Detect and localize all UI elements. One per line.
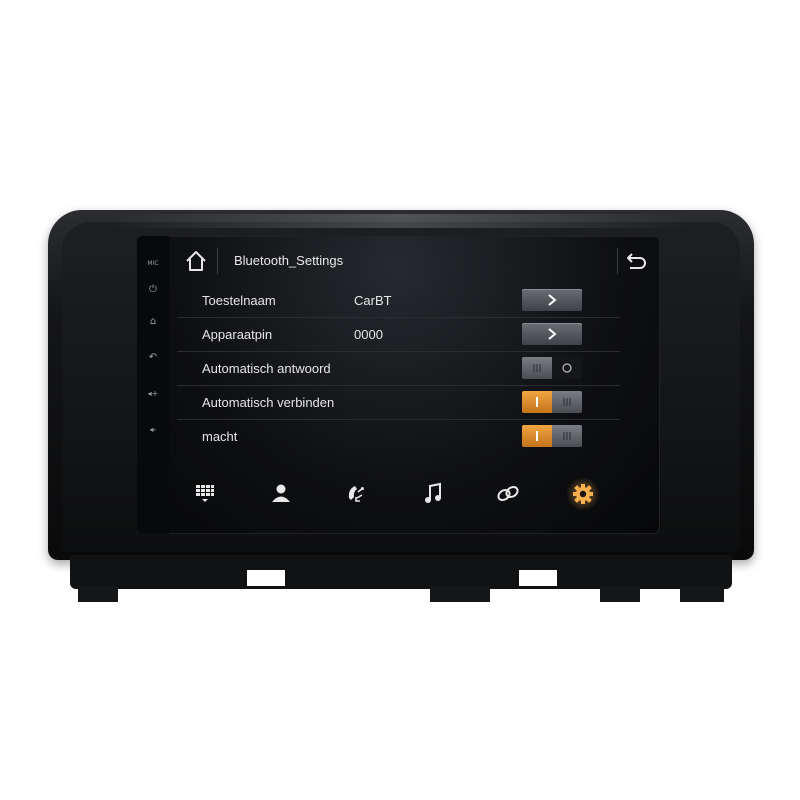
- setting-label: Apparaatpin: [202, 327, 273, 342]
- setting-value: CarBT: [354, 293, 392, 308]
- edit-device-pin-button[interactable]: [522, 323, 582, 345]
- volume-down-icon[interactable]: ◂-: [143, 422, 163, 438]
- setting-label: Automatisch verbinden: [202, 395, 335, 410]
- grip-lines-icon: [563, 398, 571, 406]
- off-circle-icon: [562, 363, 572, 373]
- music-button[interactable]: [415, 476, 451, 512]
- chevron-right-icon: [548, 294, 557, 306]
- setting-value: 0000: [354, 327, 383, 342]
- edit-device-name-button[interactable]: [522, 289, 582, 311]
- touchscreen: MIC ⏻ ⌂ ↶ ◂+ ◂- Bluetooth_Settings Toest…: [137, 236, 660, 534]
- contacts-button[interactable]: [263, 476, 299, 512]
- mount-foot-2: [430, 586, 490, 602]
- settings-row-power: macht: [177, 419, 620, 453]
- toggle-on-indicator: [522, 391, 552, 413]
- music-icon: [425, 482, 441, 503]
- bezel-highlight: [110, 214, 690, 228]
- grip-lines-icon: [533, 364, 541, 372]
- side-hardkeys: MIC ⏻ ⌂ ↶ ◂+ ◂-: [137, 236, 169, 534]
- on-bar-icon: [536, 397, 538, 407]
- dialpad-button[interactable]: [187, 476, 223, 512]
- settings-row-auto-answer: Automatisch antwoord: [177, 351, 620, 386]
- toggle-knob: [552, 391, 582, 413]
- mount-clip-1: [245, 568, 287, 588]
- dialpad-icon: [196, 485, 214, 502]
- power-toggle[interactable]: [522, 425, 582, 447]
- settings-row-device-pin: Apparaatpin 0000: [177, 317, 620, 352]
- settings-gear-icon: [566, 477, 600, 511]
- title-divider-right: [617, 248, 618, 274]
- back-button[interactable]: [620, 244, 654, 278]
- home-icon[interactable]: ⌂: [143, 314, 163, 330]
- auto-connect-toggle[interactable]: [522, 391, 582, 413]
- call-log-button[interactable]: [338, 476, 374, 512]
- toggle-on-indicator: [522, 425, 552, 447]
- mount-foot-1: [78, 586, 118, 602]
- home-button[interactable]: [179, 244, 213, 278]
- pairing-button[interactable]: [490, 476, 526, 512]
- auto-answer-toggle[interactable]: [522, 357, 582, 379]
- volume-up-icon[interactable]: ◂+: [143, 386, 163, 402]
- bt-settings-button[interactable]: [565, 476, 601, 512]
- settings-row-auto-connect: Automatisch verbinden: [177, 385, 620, 420]
- on-bar-icon: [536, 431, 538, 441]
- setting-label: Automatisch antwoord: [202, 361, 331, 376]
- undo-back-icon: [627, 253, 646, 269]
- call-log-icon: [348, 486, 364, 502]
- mount-foot-4: [680, 586, 724, 602]
- contacts-icon: [272, 484, 290, 502]
- mount-bracket: [70, 555, 732, 589]
- power-icon[interactable]: ⏻: [143, 282, 163, 298]
- setting-label: Toestelnaam: [202, 293, 276, 308]
- setting-label: macht: [202, 429, 238, 444]
- grip-lines-icon: [563, 432, 571, 440]
- home-icon: [186, 251, 206, 271]
- toggle-knob: [552, 425, 582, 447]
- bluetooth-bottom-nav: [169, 466, 660, 526]
- toggle-off-indicator: [552, 357, 582, 379]
- title-bar: Bluetooth_Settings: [169, 242, 660, 280]
- title-divider-left: [217, 248, 218, 274]
- mount-clip-2: [517, 568, 559, 588]
- page-title: Bluetooth_Settings: [234, 253, 344, 268]
- back-icon[interactable]: ↶: [143, 350, 163, 366]
- settings-row-device-name: Toestelnaam CarBT: [177, 283, 620, 318]
- chevron-right-icon: [548, 328, 557, 340]
- mic-icon: MIC: [147, 260, 159, 267]
- mount-foot-3: [600, 586, 640, 602]
- toggle-knob: [522, 357, 552, 379]
- link-icon: [497, 485, 519, 502]
